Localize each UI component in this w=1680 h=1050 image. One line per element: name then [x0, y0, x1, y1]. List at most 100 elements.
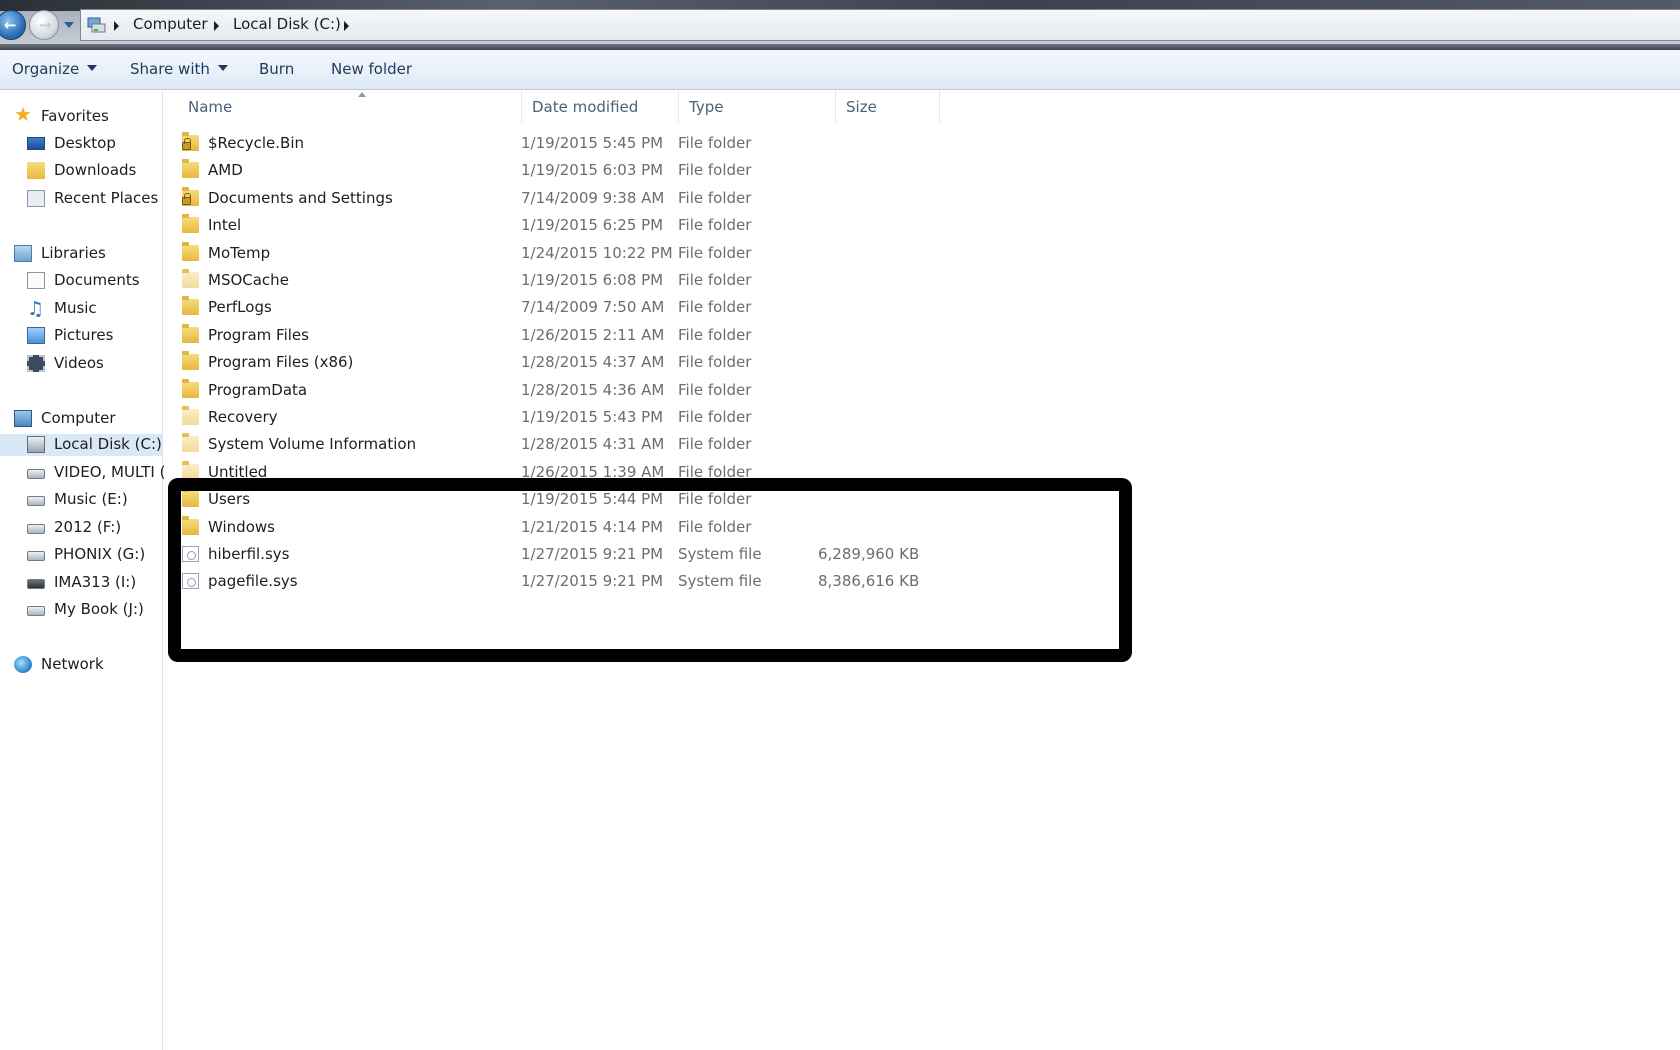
back-arrow-icon: ←	[4, 16, 17, 34]
file-row[interactable]: System Volume Information 1/28/2015 4:31 …	[178, 432, 938, 459]
chevron-down-icon	[87, 65, 98, 71]
file-row[interactable]: Program Files 1/26/2015 2:11 AM File folde…	[178, 323, 938, 350]
nav-item-label: Music	[54, 299, 97, 317]
file-row[interactable]: Documents and Settings 7/14/2009 9:38 AM F…	[178, 186, 938, 213]
file-name: System Volume Information	[208, 435, 417, 454]
column-header-label: Size	[846, 98, 877, 116]
file-type: File folder	[678, 271, 752, 289]
nav-item-label: Desktop	[54, 134, 116, 152]
file-date-modified: 1/28/2015 4:31 AM	[521, 435, 665, 454]
file-row[interactable]: Recovery 1/19/2015 5:43 PM File folder	[178, 405, 938, 432]
share-with-label: Share with	[130, 60, 210, 78]
organize-label: Organize	[12, 60, 80, 78]
file-name: Recovery	[208, 408, 278, 426]
column-header-label: Name	[188, 98, 233, 116]
navigation-pane: ★ Favorites Desktop Downloads Recent Pla…	[0, 91, 166, 1050]
organize-button[interactable]: Organize	[12, 60, 98, 78]
drive-icon	[27, 524, 45, 534]
file-name: $Recycle.Bin	[208, 134, 305, 152]
nav-libraries-label: Libraries	[41, 244, 106, 262]
file-name: AMD	[208, 161, 243, 180]
forward-button[interactable]: →	[29, 10, 59, 40]
file-name: Program Files (x86)	[208, 353, 354, 372]
file-type: File folder	[678, 243, 752, 262]
file-date-modified: 7/14/2009 7:50 AM	[521, 298, 665, 317]
file-type: File folder	[678, 325, 752, 344]
pictures-icon	[27, 327, 45, 344]
file-row[interactable]: PerfLogs 7/14/2009 7:50 AM File folder	[178, 295, 938, 322]
file-date-modified: 1/19/2015 5:45 PM	[521, 134, 664, 152]
nav-item-label: Documents	[54, 271, 140, 289]
address-bar: ← → Computer Local Disk (C:)	[0, 0, 1680, 50]
lock-icon	[182, 192, 191, 205]
lock-icon	[182, 138, 191, 150]
address-field[interactable]: Computer Local Disk (C:)	[80, 9, 1680, 41]
nav-item-label: Local Disk (C:)	[54, 435, 162, 453]
file-row[interactable]: AMD 1/19/2015 6:03 PM File folder	[178, 158, 938, 185]
breadcrumb-separator-icon[interactable]	[214, 21, 219, 31]
file-date-modified: 1/19/2015 5:43 PM	[521, 408, 664, 426]
column-header-name[interactable]: Name	[178, 91, 522, 123]
file-type: File folder	[678, 161, 752, 180]
nav-favorites-label: Favorites	[41, 107, 109, 125]
file-row[interactable]: ProgramData 1/28/2015 4:36 AM File folder	[178, 378, 938, 405]
folder-icon	[182, 378, 199, 398]
desktop-icon	[27, 137, 45, 150]
breadcrumb-separator-icon[interactable]	[114, 21, 119, 31]
file-name: Documents and Settings	[208, 188, 393, 207]
column-header-label: Type	[689, 98, 724, 116]
file-date-modified: 1/28/2015 4:37 AM	[521, 353, 665, 372]
file-type: File folder	[678, 380, 752, 399]
new-folder-button[interactable]: New folder	[331, 60, 412, 78]
file-date-modified: 1/19/2015 6:03 PM	[521, 161, 664, 180]
file-type: File folder	[678, 134, 752, 152]
file-row[interactable]: $Recycle.Bin 1/19/2015 5:45 PM File folder	[178, 131, 938, 158]
folder-icon	[182, 214, 199, 234]
column-header-label: Date modified	[532, 98, 639, 116]
drive-icon	[27, 469, 45, 479]
file-row[interactable]: Program Files (x86) 1/28/2015 4:37 AM File…	[178, 350, 938, 377]
libraries-icon	[14, 245, 32, 262]
chevron-down-icon	[217, 65, 228, 71]
sort-ascending-icon	[358, 92, 366, 97]
column-header-size[interactable]: Size	[836, 91, 940, 123]
documents-icon	[27, 272, 45, 289]
nav-item-label: Downloads	[54, 161, 137, 179]
file-type: File folder	[678, 408, 752, 426]
file-date-modified: 7/14/2009 9:38 AM	[521, 188, 665, 207]
folder-icon	[182, 296, 199, 316]
nav-computer-label: Computer	[41, 409, 116, 427]
file-date-modified: 1/24/2015 10:22 PM	[521, 243, 673, 262]
forward-arrow-icon: →	[39, 16, 52, 34]
breadcrumb-separator-icon[interactable]	[344, 21, 349, 31]
nav-item-local-disk-c[interactable]: Local Disk (C:)	[0, 434, 162, 456]
column-header-type[interactable]: Type	[679, 91, 836, 123]
music-note-icon: ♫	[27, 298, 45, 320]
nav-item-label: PHONIX (G:)	[54, 545, 146, 563]
share-with-button[interactable]: Share with	[130, 60, 228, 78]
drive-icon	[27, 579, 45, 589]
star-icon: ★	[14, 102, 32, 126]
downloads-icon	[27, 162, 45, 179]
computer-icon	[87, 17, 106, 33]
computer-icon	[14, 410, 32, 427]
folder-icon	[182, 159, 199, 179]
file-row[interactable]: MoTemp 1/24/2015 10:22 PM File folder	[178, 241, 938, 268]
file-name: PerfLogs	[208, 298, 272, 317]
back-button[interactable]: ←	[0, 10, 26, 40]
breadcrumb-computer[interactable]: Computer	[133, 15, 208, 33]
folder-locked-icon	[182, 132, 199, 151]
file-row[interactable]: MSOCache 1/19/2015 6:08 PM File folder	[178, 268, 938, 295]
nav-item-label: Pictures	[54, 326, 114, 344]
drive-icon	[27, 496, 45, 506]
recent-pages-dropdown[interactable]	[63, 20, 75, 30]
file-type: File folder	[678, 353, 752, 372]
nav-item-label: VIDEO, MULTI (	[54, 463, 166, 481]
file-name: Program Files	[208, 325, 309, 344]
file-row[interactable]: Intel 1/19/2015 6:25 PM File folder	[178, 213, 938, 240]
folder-icon	[182, 323, 199, 343]
column-header-date-modified[interactable]: Date modified	[522, 91, 679, 123]
file-type: File folder	[678, 188, 752, 207]
breadcrumb-local-disk[interactable]: Local Disk (C:)	[233, 15, 341, 33]
burn-button[interactable]: Burn	[259, 60, 294, 78]
